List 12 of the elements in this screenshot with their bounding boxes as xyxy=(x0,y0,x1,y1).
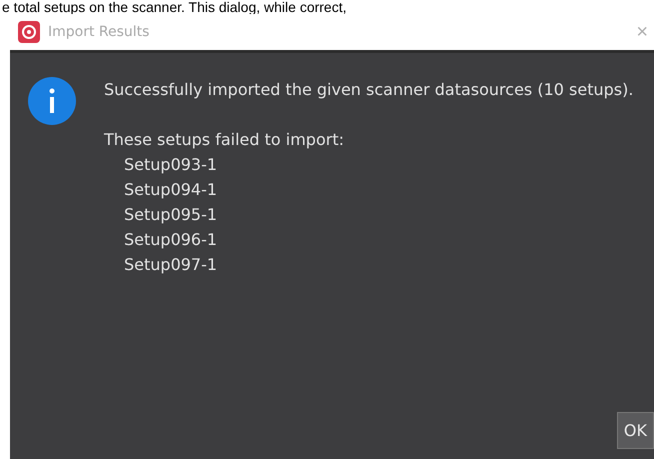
app-icon xyxy=(18,21,40,43)
failed-setup: Setup097-1 xyxy=(123,254,218,276)
ok-button[interactable]: OK xyxy=(616,412,654,449)
failed-setup: Setup096-1 xyxy=(123,229,218,251)
summary-text: Successfully imported the given scanner datasources (10 setups). xyxy=(104,79,634,101)
window-title: Import Results xyxy=(48,24,150,40)
failed-setup: Setup093-1 xyxy=(123,154,218,176)
failed-heading: These setups failed to import: xyxy=(104,129,345,151)
caption-text: e total setups on the scanner. This dialog, while correct, xyxy=(1,0,346,14)
info-icon xyxy=(28,77,76,125)
failed-setup: Setup095-1 xyxy=(123,204,218,226)
failed-setup: Setup094-1 xyxy=(123,179,218,201)
